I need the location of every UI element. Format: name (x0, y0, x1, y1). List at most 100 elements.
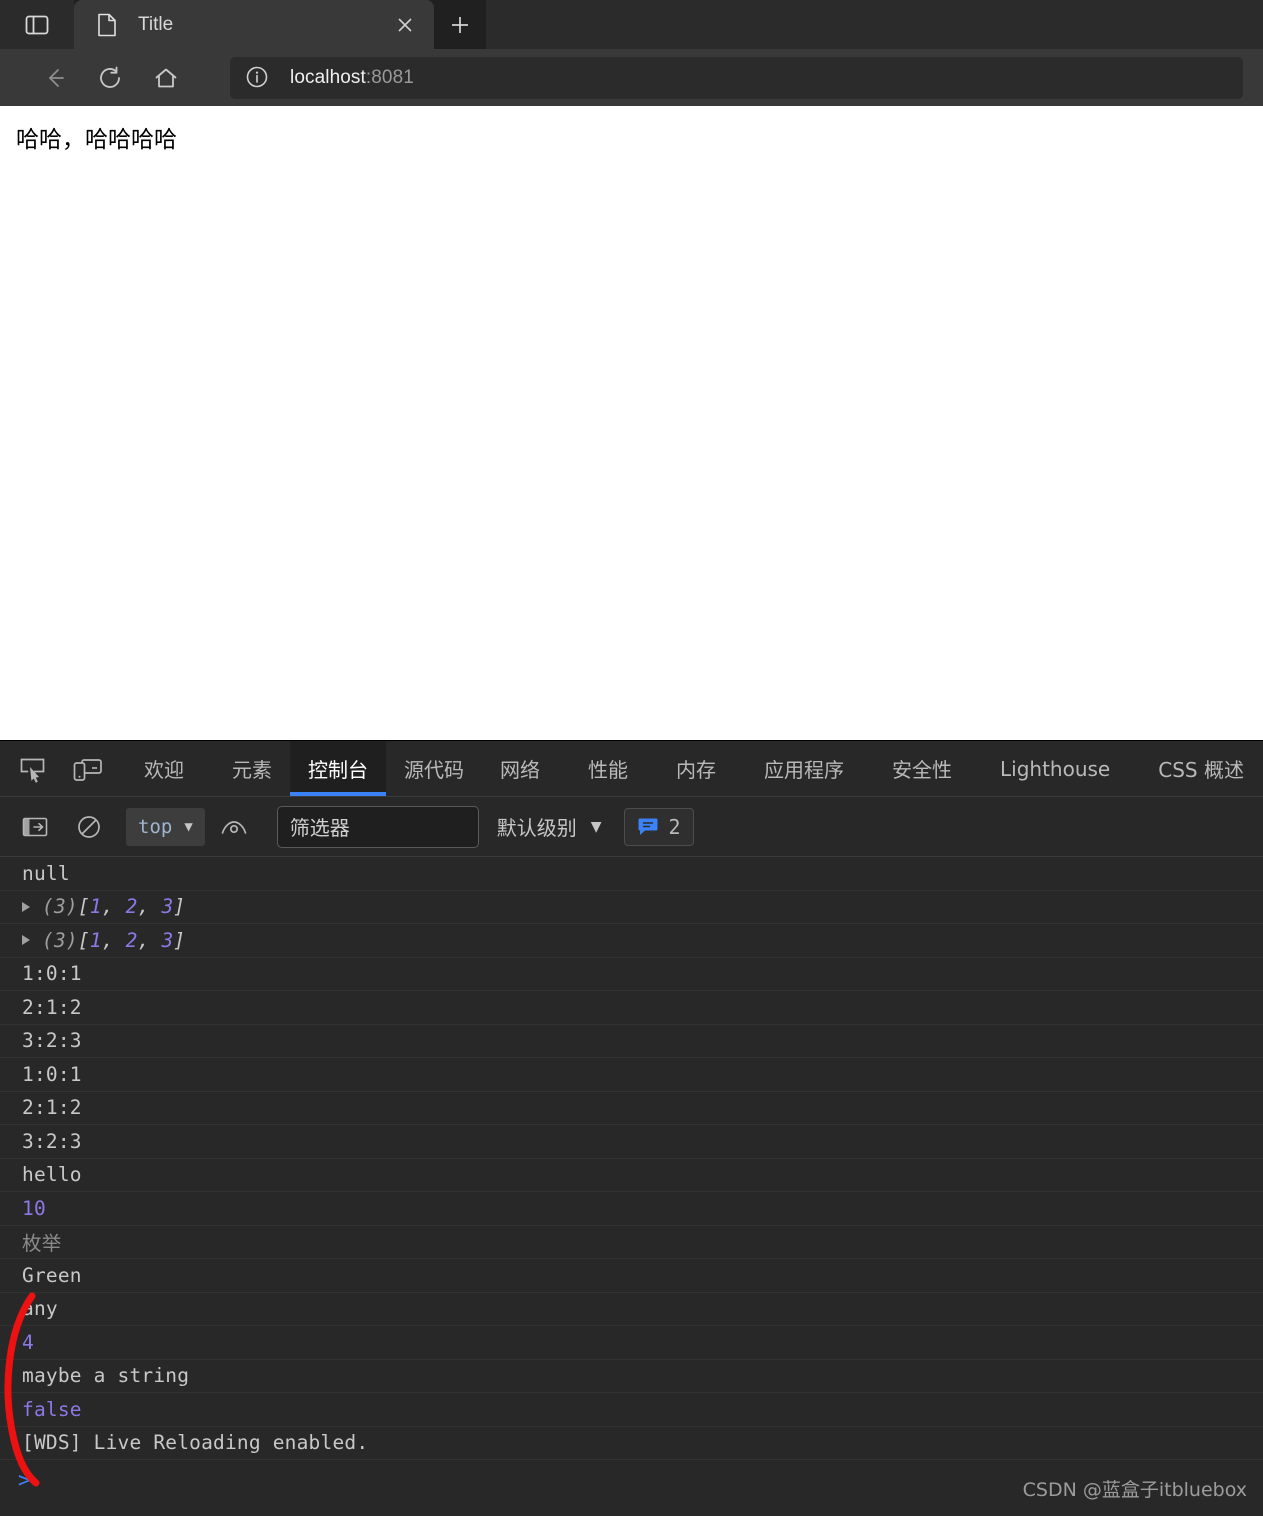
bracket-open: [ (77, 928, 90, 952)
home-button[interactable] (142, 54, 190, 102)
console-sidebar-button[interactable] (12, 804, 58, 850)
console-toolbar: top ▼ 筛选器 默认级别 ▼ 2 (0, 797, 1263, 857)
devtools-tab-welcome[interactable]: 欢迎 (126, 741, 202, 796)
devtools-tab-performance[interactable]: 性能 (570, 741, 646, 796)
page-body-text: 哈哈，哈哈哈哈 (16, 127, 177, 153)
console-message-text: 3:2:3 (22, 1129, 82, 1153)
console-filter-placeholder: 筛选器 (289, 816, 350, 840)
message-count-badge[interactable]: 2 (623, 807, 694, 846)
console-message-text: 4 (22, 1330, 34, 1354)
console-message-row[interactable]: 1:0:1 (0, 958, 1263, 991)
array-item: 3 (161, 928, 174, 952)
chevron-down-icon: ▼ (184, 818, 193, 835)
inspect-element-button[interactable] (6, 741, 60, 796)
array-item: 2 (125, 895, 138, 919)
document-icon (98, 13, 116, 36)
prompt-caret-icon: > (18, 1468, 31, 1492)
array-length: (3) (42, 895, 78, 919)
console-message-row[interactable]: hello (0, 1159, 1263, 1192)
console-message-row[interactable]: 3:2:3 (0, 1125, 1263, 1159)
clear-console-icon (78, 815, 100, 838)
sidebar-icon (25, 15, 49, 34)
browser-window: Title localhost:8081 哈哈，哈哈哈哈 欢迎 元素 控制台 源… (0, 0, 1263, 1516)
site-info-icon[interactable] (244, 64, 272, 92)
console-message-row[interactable]: 3:2:3 (0, 1025, 1263, 1058)
devtools-tab-label: 应用程序 (764, 758, 844, 782)
reload-button[interactable] (86, 54, 134, 102)
console-message-row[interactable]: any (0, 1293, 1263, 1326)
console-message-row[interactable]: (3) [1, 2, 3] (0, 891, 1263, 924)
devtools-tab-label: 源代码 (404, 758, 464, 782)
devtools-tab-network[interactable]: 网络 (482, 741, 558, 796)
console-message-row[interactable]: false (0, 1393, 1263, 1427)
console-message-text: [WDS] Live Reloading enabled. (22, 1431, 369, 1455)
console-message-row[interactable]: Green (0, 1259, 1263, 1293)
bracket-close: ] (173, 928, 186, 952)
message-count-value: 2 (668, 814, 681, 839)
home-icon (155, 68, 177, 87)
separator: , (137, 895, 162, 919)
sidebar-toggle-button[interactable] (0, 0, 74, 49)
devtools-panel: 欢迎 元素 控制台 源代码 网络 性能 内存 应用程序 安全性 Lighthou… (0, 740, 1263, 1516)
console-message-row[interactable]: [WDS] Live Reloading enabled. (0, 1427, 1263, 1460)
live-expression-button[interactable] (211, 804, 257, 850)
devtools-tab-elements[interactable]: 元素 (214, 741, 290, 796)
execution-context-selector[interactable]: top ▼ (126, 807, 205, 846)
devtools-tab-css-overview[interactable]: CSS 概述 (1140, 741, 1262, 796)
devtools-tab-label: 内存 (676, 758, 716, 782)
console-message-row[interactable]: 1:0:1 (0, 1058, 1263, 1092)
device-toolbar-button[interactable] (60, 741, 114, 796)
console-message-row[interactable]: (3) [1, 2, 3] (0, 924, 1263, 958)
devtools-tab-label: 欢迎 (144, 758, 184, 782)
browser-tab[interactable]: Title (74, 0, 434, 49)
close-icon[interactable] (390, 10, 420, 40)
console-message-text: 1:0:1 (22, 962, 82, 986)
console-message-row[interactable]: maybe a string (0, 1360, 1263, 1393)
console-message-row[interactable]: 枚举 (0, 1226, 1263, 1259)
back-button[interactable] (30, 54, 78, 102)
console-message-row[interactable]: null (0, 857, 1263, 891)
clear-console-button[interactable] (66, 804, 112, 850)
devtools-tab-label: 元素 (232, 758, 272, 782)
bracket-open: [ (77, 895, 90, 919)
devtools-tab-lighthouse[interactable]: Lighthouse (982, 741, 1128, 796)
bracket-close: ] (173, 895, 186, 919)
array-item: 2 (125, 928, 138, 952)
console-message-list[interactable]: null (3) [1, 2, 3] (3) [1, 2, 3] 1:0:1 2:1:2… (0, 857, 1263, 1516)
url-port: :8081 (365, 66, 414, 88)
array-length: (3) (42, 928, 78, 952)
console-message-row[interactable]: 10 (0, 1192, 1263, 1226)
expand-arrow-icon[interactable] (22, 901, 30, 912)
devtools-tab-console[interactable]: 控制台 (290, 741, 386, 796)
log-level-selector[interactable]: 默认级别 ▼ (497, 812, 602, 841)
devtools-tab-bar: 欢迎 元素 控制台 源代码 网络 性能 内存 应用程序 安全性 Lighthou… (0, 741, 1263, 797)
devtools-tab-security[interactable]: 安全性 (874, 741, 970, 796)
array-preview: [1, 2, 3] (78, 895, 186, 918)
tab-strip: Title (0, 0, 1263, 49)
array-item: 1 (89, 895, 102, 919)
execution-context-value: top (138, 815, 173, 838)
devtools-tab-label: CSS 概述 (1158, 758, 1244, 782)
console-message-text: false (22, 1397, 82, 1421)
console-message-row[interactable]: 2:1:2 (0, 1092, 1263, 1125)
expand-arrow-icon[interactable] (22, 935, 30, 946)
devtools-tab-label: 网络 (500, 758, 540, 782)
devtools-tab-memory[interactable]: 内存 (658, 741, 734, 796)
console-message-text: 3:2:3 (22, 1029, 82, 1053)
reload-icon (100, 66, 120, 88)
url-host: localhost (290, 66, 366, 88)
devtools-tab-sources[interactable]: 源代码 (386, 741, 482, 796)
devtools-tab-label: 安全性 (892, 758, 952, 782)
address-bar[interactable]: localhost:8081 (230, 56, 1243, 99)
console-message-row[interactable]: 2:1:2 (0, 991, 1263, 1025)
new-tab-button[interactable] (434, 0, 486, 49)
console-filter-input[interactable]: 筛选器 (276, 805, 479, 848)
devtools-tab-application[interactable]: 应用程序 (746, 741, 862, 796)
console-message-row[interactable]: 4 (0, 1326, 1263, 1360)
console-message-text: any (22, 1297, 58, 1321)
console-message-text: 10 (22, 1196, 46, 1220)
log-level-value: 默认级别 (496, 816, 577, 840)
address-bar-text: localhost:8081 (290, 67, 414, 89)
inspect-cursor-icon (20, 758, 45, 783)
separator: , (137, 928, 162, 952)
